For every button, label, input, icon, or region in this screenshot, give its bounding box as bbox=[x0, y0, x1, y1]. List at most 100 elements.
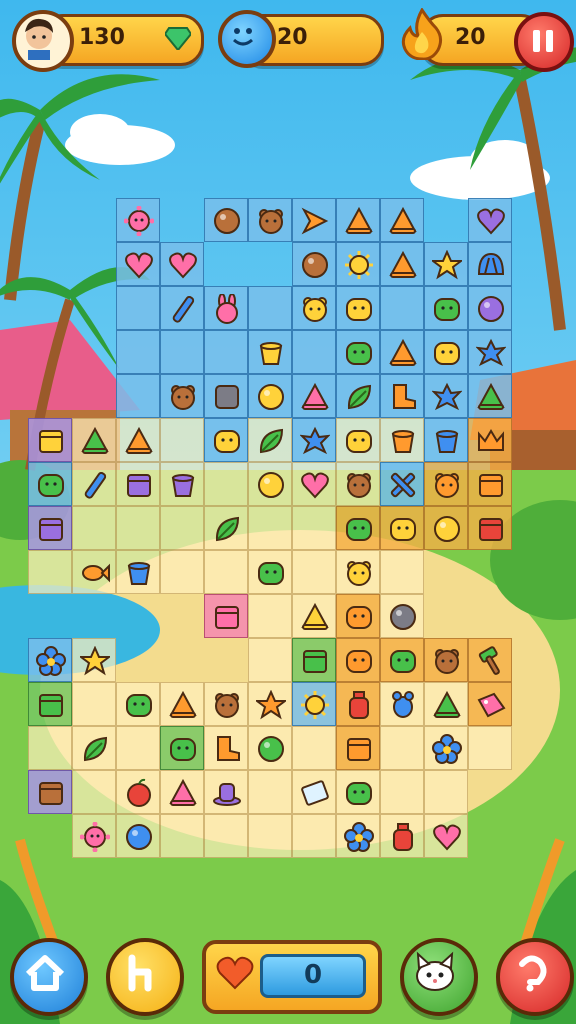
tile-gray-ball[interactable] bbox=[380, 594, 424, 638]
tile-pink-virus[interactable] bbox=[116, 198, 160, 242]
tile-orange-blob[interactable] bbox=[336, 638, 380, 682]
empty-board-cell[interactable] bbox=[292, 506, 336, 550]
empty-board-cell[interactable] bbox=[380, 770, 424, 814]
tile-brown-bear[interactable] bbox=[336, 462, 380, 506]
tile-blue-flower[interactable] bbox=[424, 726, 468, 770]
tile-pink-virus[interactable] bbox=[72, 814, 116, 858]
tile-blue-card[interactable] bbox=[292, 770, 336, 814]
tile-green-blob[interactable] bbox=[424, 286, 468, 330]
tile-yellow-sun[interactable] bbox=[292, 682, 336, 726]
tile-purple-cup[interactable] bbox=[160, 462, 204, 506]
empty-board-cell[interactable] bbox=[248, 814, 292, 858]
tile-yellow-cone[interactable] bbox=[292, 594, 336, 638]
player-avatar[interactable] bbox=[12, 10, 74, 72]
tile-red-bottle[interactable] bbox=[380, 814, 424, 858]
empty-board-cell[interactable] bbox=[248, 638, 292, 682]
tile-blue-cup[interactable] bbox=[424, 418, 468, 462]
tile-pink-heart[interactable] bbox=[160, 242, 204, 286]
tile-yellow-ball[interactable] bbox=[248, 374, 292, 418]
tile-brown-nut[interactable] bbox=[204, 198, 248, 242]
tile-green-box[interactable] bbox=[28, 682, 72, 726]
empty-board-cell[interactable] bbox=[160, 418, 204, 462]
tile-green-leaf[interactable] bbox=[204, 506, 248, 550]
empty-board-cell[interactable] bbox=[116, 286, 160, 330]
tile-green-blob[interactable] bbox=[336, 330, 380, 374]
tile-green-leaf[interactable] bbox=[336, 374, 380, 418]
tile-pink-heart[interactable] bbox=[424, 814, 468, 858]
tile-orange-boot[interactable] bbox=[380, 374, 424, 418]
tile-brown-bear[interactable] bbox=[160, 374, 204, 418]
tile-yellow-ball[interactable] bbox=[248, 462, 292, 506]
tile-yellow-cup[interactable] bbox=[248, 330, 292, 374]
tile-red-box[interactable] bbox=[468, 506, 512, 550]
tile-orange-blob[interactable] bbox=[336, 594, 380, 638]
empty-board-cell[interactable] bbox=[116, 506, 160, 550]
tile-blue-stick[interactable] bbox=[72, 462, 116, 506]
tile-pink-box[interactable] bbox=[204, 594, 248, 638]
empty-board-cell[interactable] bbox=[204, 814, 248, 858]
tile-orange-boot[interactable] bbox=[204, 726, 248, 770]
tile-blue-splat[interactable] bbox=[424, 374, 468, 418]
pet-button[interactable] bbox=[400, 938, 478, 1016]
tile-blue-splat[interactable] bbox=[292, 418, 336, 462]
tile-pink-heart[interactable] bbox=[116, 242, 160, 286]
empty-board-cell[interactable] bbox=[116, 330, 160, 374]
empty-board-cell[interactable] bbox=[116, 726, 160, 770]
empty-board-cell[interactable] bbox=[72, 770, 116, 814]
tile-green-box[interactable] bbox=[292, 638, 336, 682]
empty-board-cell[interactable] bbox=[248, 770, 292, 814]
tile-orange-cone[interactable] bbox=[336, 198, 380, 242]
tile-green-blob[interactable] bbox=[380, 638, 424, 682]
tile-blue-cup[interactable] bbox=[116, 550, 160, 594]
tile-yellow-star[interactable] bbox=[424, 242, 468, 286]
tile-red-bottle[interactable] bbox=[336, 682, 380, 726]
tile-orange-crown[interactable] bbox=[468, 418, 512, 462]
tile-blue-bug[interactable] bbox=[380, 682, 424, 726]
tile-purple-heart[interactable] bbox=[468, 198, 512, 242]
pause-button[interactable] bbox=[514, 12, 574, 72]
tile-orange-cone[interactable] bbox=[160, 682, 204, 726]
empty-board-cell[interactable] bbox=[204, 462, 248, 506]
empty-board-cell[interactable] bbox=[72, 682, 116, 726]
tile-pink-bunny[interactable] bbox=[204, 286, 248, 330]
tile-red-apple[interactable] bbox=[116, 770, 160, 814]
empty-board-cell[interactable] bbox=[160, 330, 204, 374]
tile-yellow-bear[interactable] bbox=[292, 286, 336, 330]
empty-board-cell[interactable] bbox=[380, 550, 424, 594]
tile-blue-ball[interactable] bbox=[116, 814, 160, 858]
tile-green-ball[interactable] bbox=[248, 726, 292, 770]
tile-yellow-blob[interactable] bbox=[204, 418, 248, 462]
tile-yellow-blob[interactable] bbox=[380, 506, 424, 550]
tile-orange-fish[interactable] bbox=[72, 550, 116, 594]
tile-blue-shell[interactable] bbox=[468, 242, 512, 286]
tile-orange-cone[interactable] bbox=[380, 242, 424, 286]
tile-green-blob[interactable] bbox=[116, 682, 160, 726]
empty-board-cell[interactable] bbox=[248, 286, 292, 330]
empty-board-cell[interactable] bbox=[28, 550, 72, 594]
empty-board-cell[interactable] bbox=[292, 726, 336, 770]
empty-board-cell[interactable] bbox=[292, 550, 336, 594]
tile-pink-tag[interactable] bbox=[468, 682, 512, 726]
tile-orange-cup[interactable] bbox=[380, 418, 424, 462]
tile-green-cone[interactable] bbox=[424, 682, 468, 726]
tile-purple-hat[interactable] bbox=[204, 770, 248, 814]
tile-purple-box[interactable] bbox=[28, 506, 72, 550]
tile-purple-box[interactable] bbox=[116, 462, 160, 506]
tile-gray-block[interactable] bbox=[204, 374, 248, 418]
tile-blue-stick[interactable] bbox=[160, 286, 204, 330]
tile-blue-cross[interactable] bbox=[380, 462, 424, 506]
tile-pink-cone[interactable] bbox=[292, 374, 336, 418]
empty-board-cell[interactable] bbox=[248, 594, 292, 638]
tile-green-cone[interactable] bbox=[72, 418, 116, 462]
empty-board-cell[interactable] bbox=[248, 506, 292, 550]
tile-orange-cone[interactable] bbox=[380, 330, 424, 374]
tile-pink-cone[interactable] bbox=[160, 770, 204, 814]
tile-blue-splat[interactable] bbox=[468, 330, 512, 374]
tile-brown-bear[interactable] bbox=[204, 682, 248, 726]
empty-board-cell[interactable] bbox=[292, 814, 336, 858]
empty-board-cell[interactable] bbox=[160, 506, 204, 550]
tile-yellow-star[interactable] bbox=[72, 638, 116, 682]
tile-green-blob[interactable] bbox=[160, 726, 204, 770]
tile-orange-box[interactable] bbox=[336, 726, 380, 770]
tile-yellow-box[interactable] bbox=[28, 418, 72, 462]
